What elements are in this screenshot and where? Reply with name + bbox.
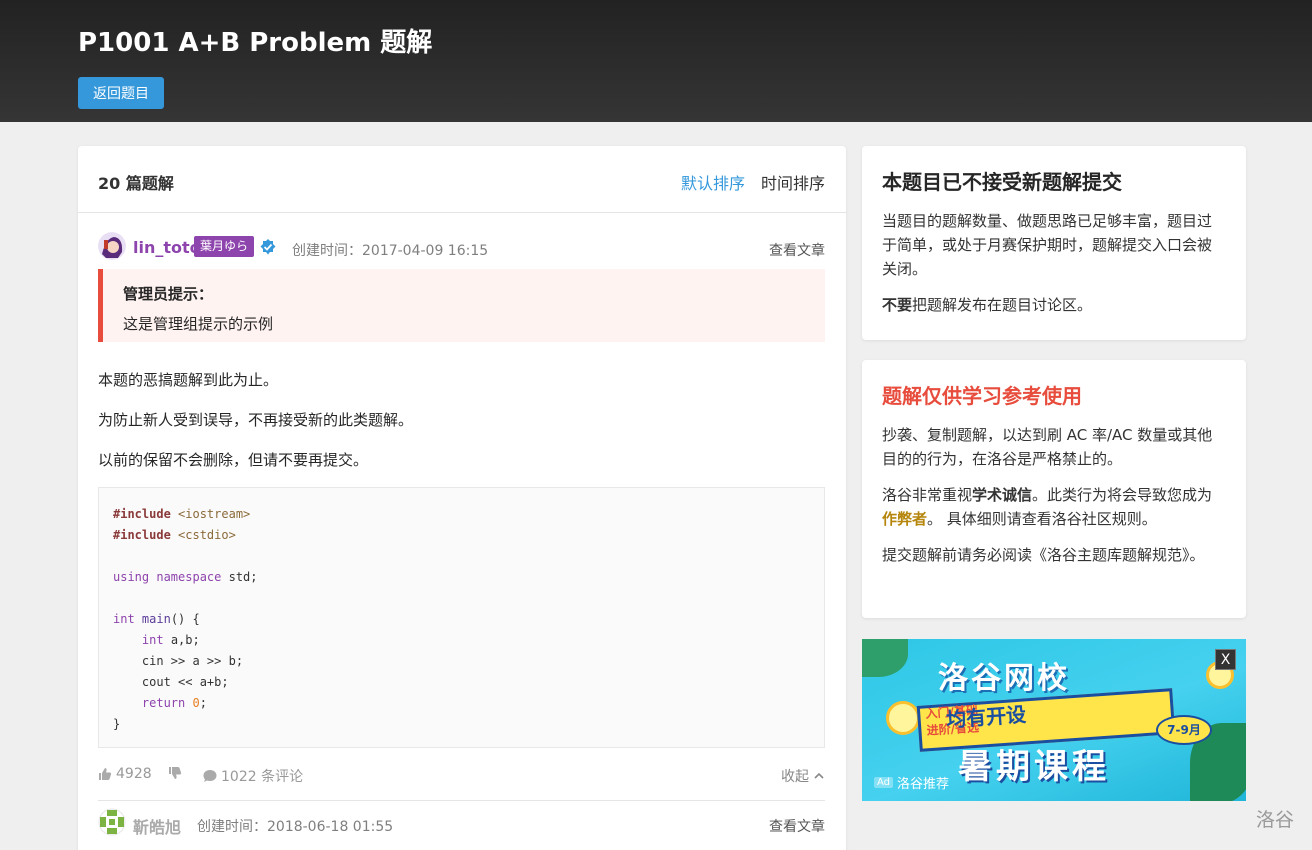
dislike-button[interactable] [168, 766, 182, 780]
card-text: 当题目的题解数量、做题思路已足够丰富，题目过于简单，或处于月赛保护期时，题解提交… [882, 212, 1213, 278]
page-title: P1001 A+B Problem 题解 [78, 28, 433, 58]
admin-notice: 管理员提示： 这是管理组提示的示例 [98, 269, 825, 342]
text-span: 洛谷非常重视 [882, 486, 973, 504]
solutions-panel: 20 篇题解 默认排序 时间排序 lin_toto 葉月ゆら 创建时间：2017… [78, 146, 846, 850]
avatar[interactable] [98, 232, 126, 260]
avatar[interactable] [98, 808, 126, 836]
solution-paragraph: 为防止新人受到误导，不再接受新的此类题解。 [98, 411, 414, 429]
ad-brand: 洛谷网校 [938, 661, 1070, 696]
ad-month: 7-9月 [1156, 715, 1212, 745]
like-count: 4928 [116, 766, 152, 782]
code-line: cout << a+b; [113, 675, 229, 689]
view-article-link[interactable]: 查看文章 [769, 240, 825, 260]
author-name[interactable]: 靳皓旭 [133, 814, 181, 838]
ad-label: Ad 洛谷推荐 [874, 773, 949, 792]
bold-text: 不要 [882, 296, 913, 314]
text-span: 。 具体细则请查看洛谷社区规则。 [927, 510, 1157, 528]
ad-label-text: 洛谷推荐 [897, 777, 950, 792]
author-row: 靳皓旭 创建时间：2018-06-18 01:55 查看文章 [98, 808, 825, 838]
code-line: int a,b; [141, 633, 200, 647]
back-to-problem-button[interactable]: 返回题目 [78, 77, 164, 109]
view-article-link[interactable]: 查看文章 [769, 816, 825, 836]
collapse-label: 收起 [781, 769, 809, 785]
solution-actions: 4928 1022 条评论 收起 [98, 760, 825, 790]
solution-count: 20 篇题解 [98, 174, 174, 193]
verified-icon [260, 239, 276, 255]
thumbs-down-icon [169, 767, 182, 779]
ad-ribbon-text: 均有开设 [945, 702, 1027, 732]
code-line: } [113, 717, 121, 731]
ad-banner[interactable]: 洛谷网校 入门/基础 进阶/省选 均有开设 7-9月 暑期课程 Ad 洛谷推荐 X [862, 639, 1246, 801]
card-title: 本题目已不接受新题解提交 [882, 170, 1122, 194]
author-row: lin_toto 葉月ゆら 创建时间：2017-04-09 16:15 查看文章 [98, 232, 825, 262]
close-icon[interactable]: X [1215, 649, 1236, 670]
admin-notice-text: 这是管理组提示的示例 [123, 315, 274, 333]
code-line: using namespace std; [113, 570, 258, 584]
integrity-notice-card: 题解仅供学习参考使用 抄袭、复制题解，以达到刷 AC 率/AC 数量或其他目的的… [862, 360, 1246, 618]
lemon-decoration [886, 701, 920, 735]
card-text: 洛谷非常重视学术诚信。此类行为将会导致您成为作弊者。 具体细则请查看洛谷社区规则… [882, 483, 1226, 531]
ad-headline: 暑期课程 [958, 747, 1110, 787]
code-line: return 0; [141, 696, 207, 710]
comment-count: 1022 条评论 [221, 769, 304, 785]
thumbs-up-icon [99, 768, 112, 780]
solution-paragraph: 以前的保留不会删除，但请不要再提交。 [98, 451, 369, 469]
like-button[interactable]: 4928 [98, 766, 152, 782]
leaf-decoration [862, 639, 908, 677]
admin-notice-title: 管理员提示： [123, 285, 214, 303]
comment-icon [203, 770, 217, 782]
code-line: #include <cstdio> [113, 528, 236, 542]
code-line: cin >> a >> b; [113, 654, 244, 668]
code-block: #include <iostream> #include <cstdio> us… [98, 487, 825, 748]
card-title: 题解仅供学习参考使用 [882, 384, 1082, 408]
card-text: 提交题解前请务必阅读《洛谷主题库题解规范》。 [882, 546, 1205, 564]
created-time: 创建时间：2017-04-09 16:15 [292, 243, 489, 259]
sort-time-link[interactable]: 时间排序 [761, 170, 825, 194]
chevron-up-icon [814, 772, 824, 779]
solution-paragraph: 本题的恶搞题解到此为止。 [98, 371, 279, 389]
luogu-watermark: 洛谷 [1255, 809, 1294, 831]
solutions-header: 20 篇题解 默认排序 时间排序 [78, 146, 846, 213]
page-header: P1001 A+B Problem 题解 返回题目 [0, 0, 1312, 122]
cheater-text: 作弊者 [882, 510, 928, 528]
text-span: 。此类行为将会导致您成为 [1032, 486, 1213, 504]
sort-default-link[interactable]: 默认排序 [681, 170, 745, 194]
collapse-button[interactable]: 收起 [781, 766, 825, 786]
created-time: 创建时间：2018-06-18 01:55 [197, 819, 394, 835]
ad-mark: Ad [874, 777, 894, 788]
bold-text: 学术诚信 [972, 486, 1033, 504]
code-line: int main() { [113, 612, 200, 626]
card-text-rest: 把题解发布在题目讨论区。 [912, 296, 1093, 314]
author-name[interactable]: lin_toto [133, 238, 201, 257]
closed-notice-card: 本题目已不接受新题解提交 当题目的题解数量、做题思路已足够丰富，题目过于简单，或… [862, 146, 1246, 340]
card-text: 抄袭、复制题解，以达到刷 AC 率/AC 数量或其他目的的行为，在洛谷是严格禁止… [882, 426, 1213, 468]
solution-item: 靳皓旭 创建时间：2018-06-18 01:55 查看文章 [98, 792, 825, 838]
code-line: #include <iostream> [113, 507, 251, 521]
user-badge: 葉月ゆら [194, 236, 255, 257]
card-text: 不要把题解发布在题目讨论区。 [882, 293, 1226, 317]
comments-button[interactable]: 1022 条评论 [203, 766, 303, 786]
solution-item: lin_toto 葉月ゆら 创建时间：2017-04-09 16:15 查看文章… [98, 232, 825, 801]
